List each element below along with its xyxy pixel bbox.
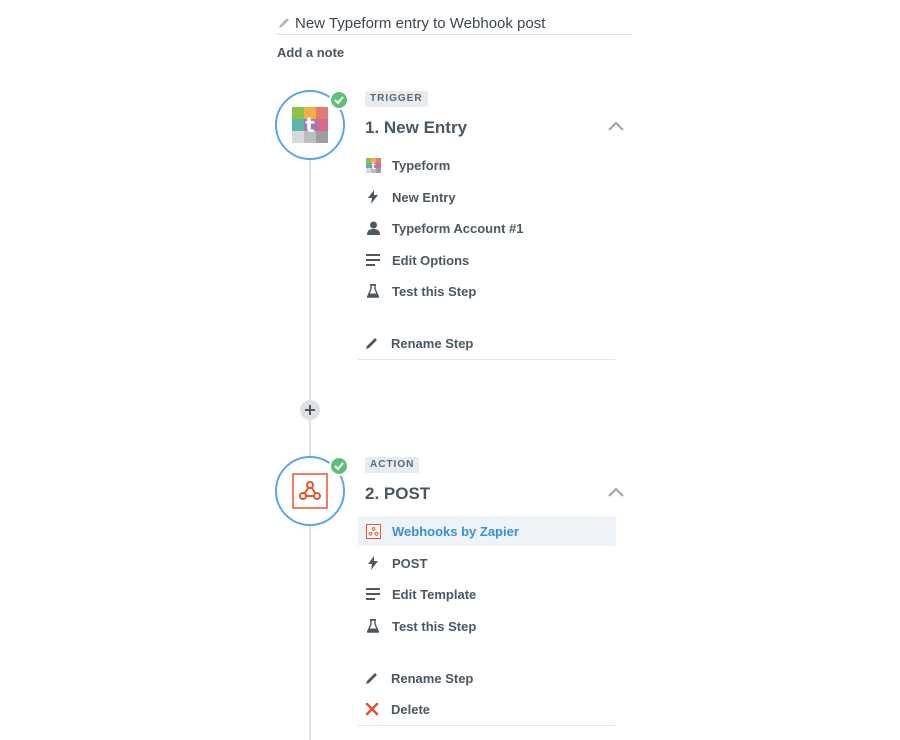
divider: [358, 359, 615, 360]
step-1-rename-button[interactable]: Rename Step: [358, 328, 616, 358]
rename-step-label: Rename Step: [391, 670, 474, 686]
step-1-item-label: Test this Step: [392, 283, 477, 299]
chevron-up-icon[interactable]: [606, 119, 626, 133]
add-step-button[interactable]: [300, 400, 320, 420]
step-1-item-account[interactable]: Typeform Account #1: [358, 213, 616, 243]
divider: [358, 725, 615, 726]
step-1-item-label: Typeform Account #1: [392, 220, 524, 236]
webhook-icon: [365, 523, 381, 539]
step-1-item-app[interactable]: t Typeform: [358, 150, 616, 180]
step-1-item-test[interactable]: Test this Step: [358, 276, 616, 306]
svg-text:t: t: [305, 113, 315, 137]
step-2-item-app[interactable]: Webhooks by Zapier: [358, 516, 616, 546]
close-icon: [364, 701, 380, 717]
step-1-tag: TRIGGER: [365, 91, 428, 107]
zap-title-field[interactable]: New Typeform entry to Webhook post: [277, 12, 633, 35]
step-1-item-event[interactable]: New Entry: [358, 182, 616, 212]
zap-title: New Typeform entry to Webhook post: [295, 14, 546, 32]
step-2-delete-button[interactable]: Delete: [358, 694, 616, 724]
pencil-icon: [364, 670, 380, 686]
step-1-title[interactable]: 1. New Entry: [365, 118, 467, 138]
step-2-item-label: POST: [392, 555, 428, 571]
check-icon: [329, 456, 349, 476]
flask-icon: [365, 618, 381, 634]
bolt-icon: [365, 189, 381, 205]
step-1-item-options[interactable]: Edit Options: [358, 245, 616, 275]
list-icon: [365, 586, 381, 602]
svg-text:t: t: [371, 162, 376, 172]
chevron-up-icon[interactable]: [606, 485, 626, 499]
step-2-item-template[interactable]: Edit Template: [358, 579, 616, 609]
timeline-line: [309, 160, 311, 740]
step-1-item-label: New Entry: [392, 189, 456, 205]
list-icon: [365, 252, 381, 268]
step-2-title[interactable]: 2. POST: [365, 484, 430, 504]
step-2-rename-button[interactable]: Rename Step: [358, 663, 616, 693]
step-1-item-label: Typeform: [392, 157, 451, 173]
step-2-item-label: Webhooks by Zapier: [392, 523, 519, 539]
step-2-tag: ACTION: [365, 457, 420, 473]
plus-icon: [305, 405, 315, 415]
step-2-item-test[interactable]: Test this Step: [358, 611, 616, 641]
pencil-icon: [279, 18, 289, 28]
flask-icon: [365, 283, 381, 299]
typeform-icon: t: [292, 107, 328, 143]
step-2-item-event[interactable]: POST: [358, 548, 616, 578]
check-icon: [329, 90, 349, 110]
bolt-icon: [365, 555, 381, 571]
typeform-icon: t: [365, 157, 381, 173]
step-1-item-label: Edit Options: [392, 252, 470, 268]
webhook-icon: [292, 473, 328, 509]
delete-label: Delete: [391, 701, 431, 717]
pencil-icon: [364, 335, 380, 351]
add-note-link[interactable]: Add a note: [277, 45, 344, 60]
rename-step-label: Rename Step: [391, 335, 474, 351]
step-2-item-label: Edit Template: [392, 586, 477, 602]
user-icon: [365, 220, 381, 236]
step-2-item-label: Test this Step: [392, 618, 477, 634]
